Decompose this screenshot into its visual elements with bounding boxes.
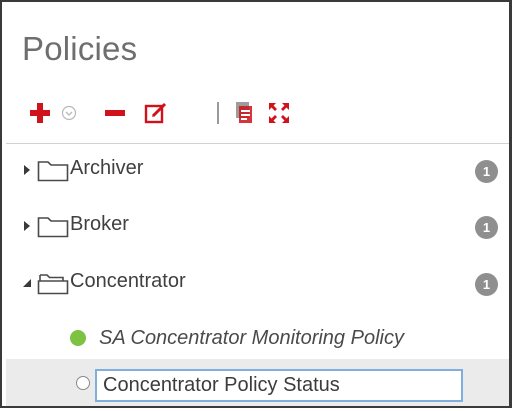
plus-icon[interactable] <box>27 97 53 129</box>
folder-label: Concentrator <box>70 270 186 292</box>
policy-toolbar <box>27 97 327 129</box>
duplicate-icon[interactable] <box>232 97 256 129</box>
tree-folder-broker[interactable]: Broker 1 <box>2 199 509 255</box>
folder-label: Broker <box>70 213 129 235</box>
folder-icon <box>37 214 69 238</box>
folder-label: Archiver <box>70 157 144 179</box>
tree-policy-item[interactable]: SA Concentrator Monitoring Policy <box>2 315 509 363</box>
tree-policy-new-selected[interactable] <box>6 359 509 406</box>
chevron-down-circle-icon[interactable] <box>59 97 79 129</box>
edit-icon[interactable] <box>142 97 170 129</box>
tree-folder-archiver[interactable]: Archiver 1 <box>2 143 509 199</box>
policies-panel: Policies Archiver 1 Broker 1 Concentrato… <box>0 0 512 408</box>
policy-label: SA Concentrator Monitoring Policy <box>99 327 404 349</box>
policy-count-badge: 1 <box>475 160 498 183</box>
caret-right-icon[interactable] <box>20 218 34 234</box>
policy-count-badge: 1 <box>475 273 498 296</box>
caret-right-icon[interactable] <box>20 162 34 178</box>
expand-icon[interactable] <box>265 97 293 129</box>
policy-count-badge: 1 <box>475 216 498 239</box>
minus-icon[interactable] <box>103 97 127 129</box>
folder-icon <box>37 158 69 182</box>
folder-open-icon <box>37 271 69 295</box>
toolbar-separator <box>217 102 219 124</box>
caret-expanded-icon[interactable] <box>20 275 34 291</box>
panel-title: Policies <box>22 30 138 67</box>
status-enabled-icon <box>70 330 86 346</box>
tree-folder-concentrator[interactable]: Concentrator 1 <box>2 256 509 312</box>
policy-name-input[interactable] <box>95 369 463 402</box>
status-disabled-icon <box>76 376 90 390</box>
